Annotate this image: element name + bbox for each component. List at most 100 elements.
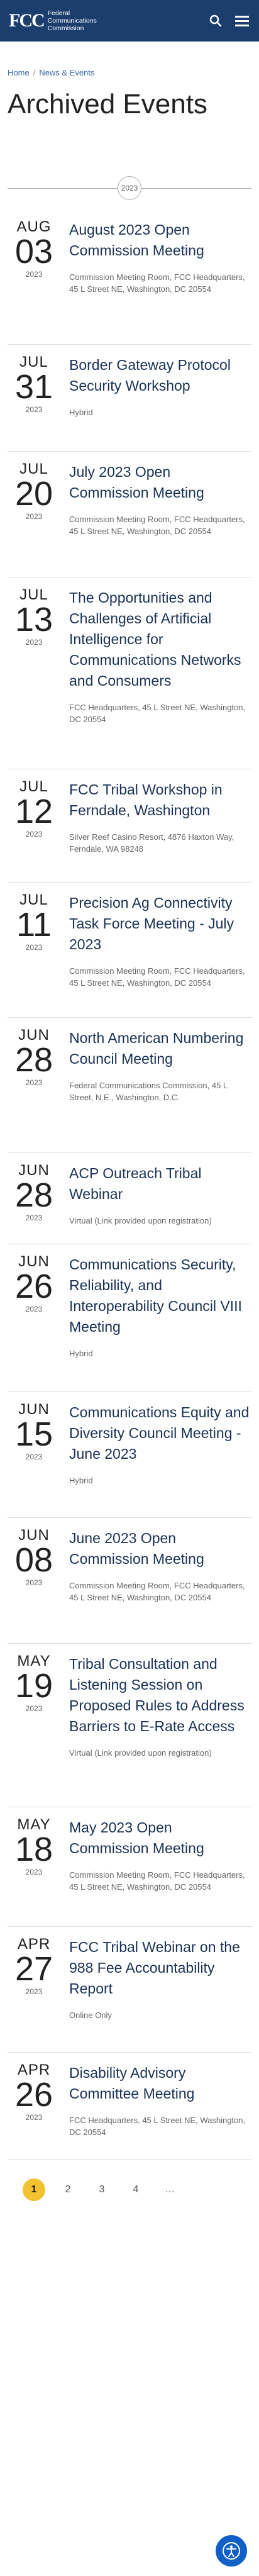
event-year: 2023 bbox=[25, 1305, 43, 1313]
page-current[interactable]: 1 bbox=[23, 2178, 45, 2201]
event-day: 19 bbox=[14, 1667, 53, 1705]
event-date: APR 26 2023 bbox=[8, 2063, 69, 2159]
event-day: 18 bbox=[14, 1831, 53, 1868]
event-year: 2023 bbox=[25, 1578, 43, 1587]
event-item[interactable]: JUN 15 2023 Communications Equity and Diver… bbox=[8, 1392, 251, 1518]
fcc-logo[interactable]: FCC Federal Communications Commission bbox=[9, 9, 97, 32]
event-title-link[interactable]: July 2023 Open Commission Meeting bbox=[69, 462, 251, 503]
event-date: JUN 28 2023 bbox=[8, 1163, 69, 1244]
event-year: 2023 bbox=[25, 1868, 43, 1876]
event-year: 2023 bbox=[25, 1452, 43, 1461]
event-item[interactable]: MAY 18 2023 May 2023 Open Commission Meetin… bbox=[8, 1807, 251, 1927]
event-title-link[interactable]: North American Numbering Council Meeting bbox=[69, 1028, 251, 1069]
event-day: 15 bbox=[14, 1415, 53, 1453]
event-title-link[interactable]: FCC Tribal Webinar on the 988 Fee Accoun… bbox=[69, 1937, 251, 1999]
year-divider: 2023 bbox=[8, 165, 251, 209]
event-item[interactable]: JUN 26 2023 Communications Security, Reliab… bbox=[8, 1244, 251, 1392]
event-day: 27 bbox=[14, 1950, 53, 1988]
event-title-link[interactable]: Disability Advisory Committee Meeting bbox=[69, 2063, 251, 2104]
event-date: JUL 11 2023 bbox=[8, 893, 69, 1017]
event-year: 2023 bbox=[25, 1987, 43, 1996]
logo-mark: FCC bbox=[9, 10, 45, 31]
page-link[interactable]: 3 bbox=[91, 2178, 113, 2201]
event-location: Commission Meeting Room, FCC Headquarter… bbox=[69, 272, 245, 294]
accessibility-icon bbox=[223, 2542, 240, 2560]
page-link[interactable]: … bbox=[158, 2178, 181, 2201]
breadcrumb-home-link[interactable]: Home bbox=[8, 68, 30, 77]
event-item[interactable]: JUL 13 2023 The Opportunities and Challenge… bbox=[8, 577, 251, 769]
event-location: Commission Meeting Room, FCC Headquarter… bbox=[69, 966, 245, 988]
event-title-link[interactable]: August 2023 Open Commission Meeting bbox=[69, 220, 251, 261]
event-title-link[interactable]: The Opportunities and Challenges of Arti… bbox=[69, 588, 251, 691]
event-date: JUL 13 2023 bbox=[8, 588, 69, 769]
event-year: 2023 bbox=[25, 830, 43, 839]
event-item[interactable]: APR 27 2023 FCC Tribal Webinar on the 988 F… bbox=[8, 1927, 251, 2053]
event-date: JUN 26 2023 bbox=[8, 1254, 69, 1391]
accessibility-button[interactable] bbox=[216, 2535, 247, 2567]
event-location: Commission Meeting Room, FCC Headquarter… bbox=[69, 1870, 245, 1892]
event-location: Commission Meeting Room, FCC Headquarter… bbox=[69, 515, 245, 536]
event-location: Virtual (Link provided upon registration… bbox=[69, 1216, 212, 1225]
event-title-link[interactable]: Communications Equity and Diversity Coun… bbox=[69, 1402, 251, 1464]
event-title-link[interactable]: ACP Outreach Tribal Webinar bbox=[69, 1163, 251, 1205]
event-location: Hybrid bbox=[69, 1476, 93, 1485]
event-item[interactable]: MAY 19 2023 Tribal Consultation and Listeni… bbox=[8, 1644, 251, 1807]
event-year: 2023 bbox=[25, 943, 43, 952]
event-list: AUG 03 2023 August 2023 Open Commission Mee… bbox=[0, 209, 259, 2160]
event-date: JUL 12 2023 bbox=[8, 779, 69, 882]
event-location: FCC Headquarters, 45 L Street NE, Washin… bbox=[69, 703, 246, 724]
event-item[interactable]: JUL 12 2023 FCC Tribal Workshop in Ferndale… bbox=[8, 769, 251, 883]
event-date: JUL 31 2023 bbox=[8, 355, 69, 451]
page-link[interactable]: 4 bbox=[124, 2178, 147, 2201]
event-date: JUN 15 2023 bbox=[8, 1402, 69, 1517]
event-location: Silver Reef Casino Resort, 4876 Haxton W… bbox=[69, 832, 234, 854]
event-date: JUN 28 2023 bbox=[8, 1028, 69, 1152]
event-location: Hybrid bbox=[69, 408, 93, 417]
event-date: MAY 19 2023 bbox=[8, 1654, 69, 1807]
event-location: Hybrid bbox=[69, 1349, 93, 1358]
event-year: 2023 bbox=[25, 270, 43, 279]
event-title-link[interactable]: Border Gateway Protocol Security Worksho… bbox=[69, 355, 251, 396]
breadcrumb: Home / News & Events bbox=[0, 42, 259, 77]
event-item[interactable]: JUL 20 2023 July 2023 Open Commission Meeti… bbox=[8, 452, 251, 577]
event-title-link[interactable]: Communications Security, Reliability, an… bbox=[69, 1254, 251, 1337]
event-item[interactable]: JUL 11 2023 Precision Ag Connectivity Task … bbox=[8, 883, 251, 1018]
event-day: 11 bbox=[16, 906, 52, 944]
event-location: Federal Communications Commission, 45 L … bbox=[69, 1081, 228, 1102]
event-title-link[interactable]: May 2023 Open Commission Meeting bbox=[69, 1817, 251, 1859]
event-day: 12 bbox=[14, 793, 53, 830]
logo-text: Federal Communications Commission bbox=[47, 9, 97, 32]
event-title-link[interactable]: Precision Ag Connectivity Task Force Mee… bbox=[69, 893, 251, 955]
event-date: JUN 08 2023 bbox=[8, 1528, 69, 1643]
event-item[interactable]: JUN 08 2023 June 2023 Open Commission Meeti… bbox=[8, 1518, 251, 1644]
event-title-link[interactable]: FCC Tribal Workshop in Ferndale, Washing… bbox=[69, 779, 251, 821]
site-header: FCC Federal Communications Commission bbox=[0, 0, 259, 42]
event-year: 2023 bbox=[25, 512, 43, 521]
event-day: 08 bbox=[14, 1541, 53, 1579]
event-item[interactable]: JUL 31 2023 Border Gateway Protocol Securit… bbox=[8, 345, 251, 452]
search-icon[interactable] bbox=[207, 13, 224, 29]
event-day: 20 bbox=[14, 475, 53, 513]
page-link[interactable]: 2 bbox=[57, 2178, 79, 2201]
breadcrumb-separator: / bbox=[33, 68, 36, 77]
event-title-link[interactable]: June 2023 Open Commission Meeting bbox=[69, 1528, 251, 1570]
event-day: 28 bbox=[14, 1176, 53, 1214]
event-year: 2023 bbox=[25, 638, 43, 647]
event-year: 2023 bbox=[25, 405, 43, 414]
event-date: MAY 18 2023 bbox=[8, 1817, 69, 1926]
event-location: FCC Headquarters, 45 L Street NE, Washin… bbox=[69, 2116, 246, 2137]
event-year: 2023 bbox=[25, 1078, 43, 1087]
event-item[interactable]: JUN 28 2023 North American Numbering Counci… bbox=[8, 1018, 251, 1153]
event-day: 26 bbox=[14, 2076, 53, 2114]
event-item[interactable]: AUG 03 2023 August 2023 Open Commission Mee… bbox=[8, 209, 251, 345]
event-year: 2023 bbox=[25, 1213, 43, 1222]
event-day: 03 bbox=[14, 233, 53, 270]
event-date: APR 27 2023 bbox=[8, 1937, 69, 2052]
menu-icon[interactable] bbox=[234, 13, 250, 29]
breadcrumb-news-events-link[interactable]: News & Events bbox=[39, 68, 94, 77]
event-location: Commission Meeting Room, FCC Headquarter… bbox=[69, 1581, 245, 1602]
event-day: 13 bbox=[14, 601, 53, 638]
event-item[interactable]: JUN 28 2023 ACP Outreach Tribal Webinar Virt… bbox=[8, 1153, 251, 1244]
event-item[interactable]: APR 26 2023 Disability Advisory Committee M… bbox=[8, 2053, 251, 2160]
event-title-link[interactable]: Tribal Consultation and Listening Sessio… bbox=[69, 1654, 251, 1737]
